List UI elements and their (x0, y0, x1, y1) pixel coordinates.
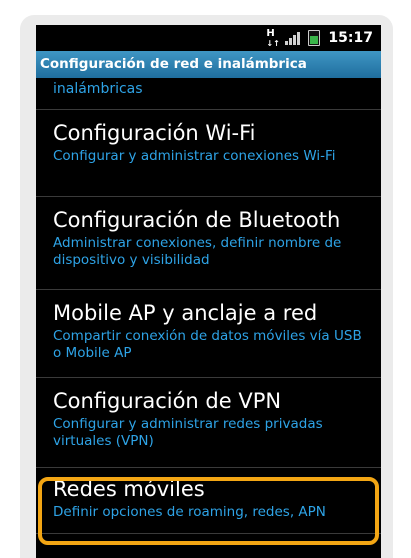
page-title: Configuración de red e inalámbrica (36, 51, 381, 78)
hspa-data-icon: H ↓↑ (266, 28, 280, 49)
item-subtitle: Administrar conexiones, definir nombre d… (53, 235, 342, 268)
status-icons: H ↓↑ 15:17 (265, 28, 373, 49)
signal-strength-icon (285, 31, 301, 45)
item-title: Configuración de Bluetooth (53, 208, 341, 232)
highlight-outline (38, 477, 379, 545)
item-subtitle: Configurar y administrar redes privadas … (53, 416, 323, 449)
list-item-wifi-settings[interactable]: Configuración Wi-Fi Configurar y adminis… (36, 110, 381, 197)
list-item-partial[interactable]: inalámbricas (36, 78, 381, 110)
item-title: Mobile AP y anclaje a red (53, 301, 318, 325)
item-subtitle: Compartir conexión de datos móviles vía … (53, 328, 362, 361)
item-subtitle: Configurar y administrar conexiones Wi-F… (53, 148, 336, 164)
list-item-bluetooth-settings[interactable]: Configuración de Bluetooth Administrar c… (36, 197, 381, 290)
settings-list[interactable]: inalámbricas Configuración Wi-Fi Configu… (36, 78, 381, 534)
item-title: Configuración de VPN (53, 389, 282, 413)
battery-icon (308, 30, 321, 46)
list-item-mobile-ap-tethering[interactable]: Mobile AP y anclaje a red Compartir cone… (36, 290, 381, 378)
list-item-vpn-settings[interactable]: Configuración de VPN Configurar y admini… (36, 378, 381, 468)
item-title: Configuración Wi-Fi (53, 121, 256, 145)
clock: 15:17 (328, 30, 373, 46)
status-bar: H ↓↑ 15:17 (36, 25, 381, 51)
